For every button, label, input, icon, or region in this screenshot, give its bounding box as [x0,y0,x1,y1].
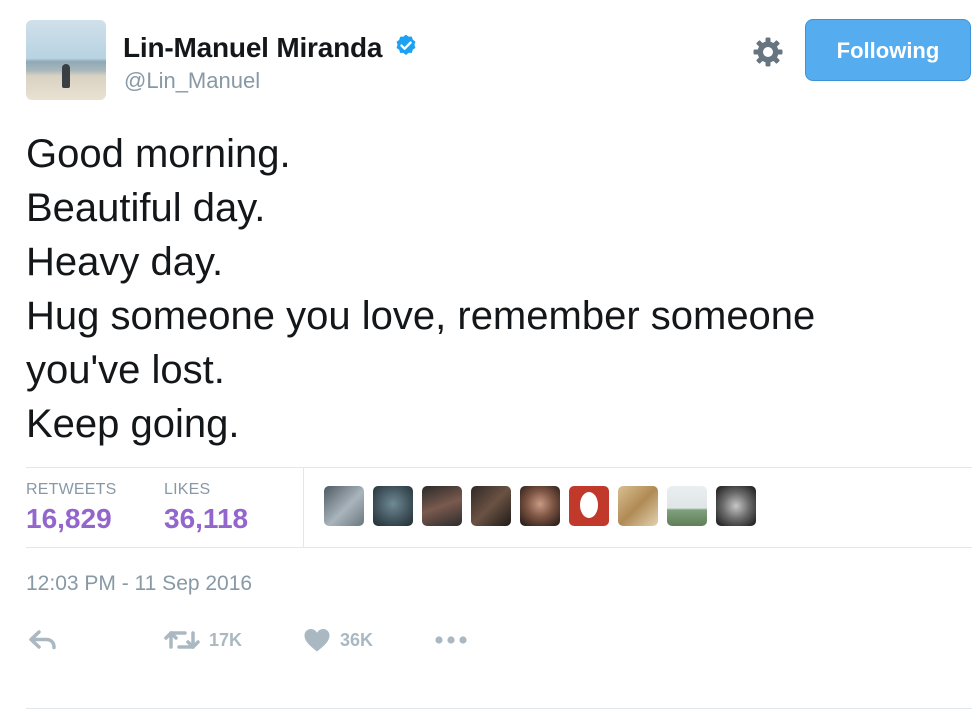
more-button[interactable] [434,624,468,656]
author-name[interactable]: Lin-Manuel Miranda [123,32,382,64]
like-button[interactable]: 36K [303,624,373,656]
liker-avatar[interactable] [716,486,756,526]
reply-icon [29,630,56,650]
liker-avatar[interactable] [520,486,560,526]
retweets-label: RETWEETS [26,481,117,498]
likes-label: LIKES [164,481,211,498]
liker-avatar[interactable] [569,486,609,526]
author-avatar[interactable] [26,20,106,100]
liker-avatar[interactable] [667,486,707,526]
liker-avatar[interactable] [422,486,462,526]
liker-avatar[interactable] [471,486,511,526]
egg-shape [580,492,598,518]
more-icon [435,636,467,644]
tweet-text: Good morning. Beautiful day. Heavy day. … [26,127,815,451]
gear-icon[interactable] [752,36,784,68]
tweet-line: you've lost. [26,348,225,392]
retweet-button[interactable]: 17K [164,624,242,656]
liker-avatar[interactable] [324,486,364,526]
likes-count: 36,118 [164,503,249,534]
like-count: 36K [340,629,374,650]
retweet-icon [164,631,200,649]
author-handle[interactable]: @Lin_Manuel [124,68,260,94]
tweet-line: Hug someone you love, remember someone [26,294,816,338]
stats-vertical-divider [303,468,304,547]
tweet-line: Beautiful day. [26,186,266,230]
tweet-line: Keep going. [26,402,240,446]
bottom-divider [26,708,972,709]
tweet-timestamp[interactable]: 12:03 PM - 11 Sep 2016 [26,572,252,596]
heart-icon [304,629,330,652]
stats-top-divider [26,467,972,468]
retweets-count: 16,829 [26,503,112,534]
retweet-count: 17K [209,629,243,650]
reply-button[interactable] [28,624,58,656]
following-button[interactable]: Following [805,19,971,81]
verified-badge-icon [396,34,416,55]
liker-avatar[interactable] [618,486,658,526]
author-name-row: Lin-Manuel Miranda [123,32,419,64]
likes-stat[interactable]: LIKES 36,118 [164,481,248,535]
retweets-stat[interactable]: RETWEETS 16,829 [26,481,117,535]
stats-bottom-divider [26,547,972,548]
avatar-figure [62,64,70,88]
tweet-line: Heavy day. [26,240,224,284]
tweet-line: Good morning. [26,132,291,176]
liker-avatar[interactable] [373,486,413,526]
